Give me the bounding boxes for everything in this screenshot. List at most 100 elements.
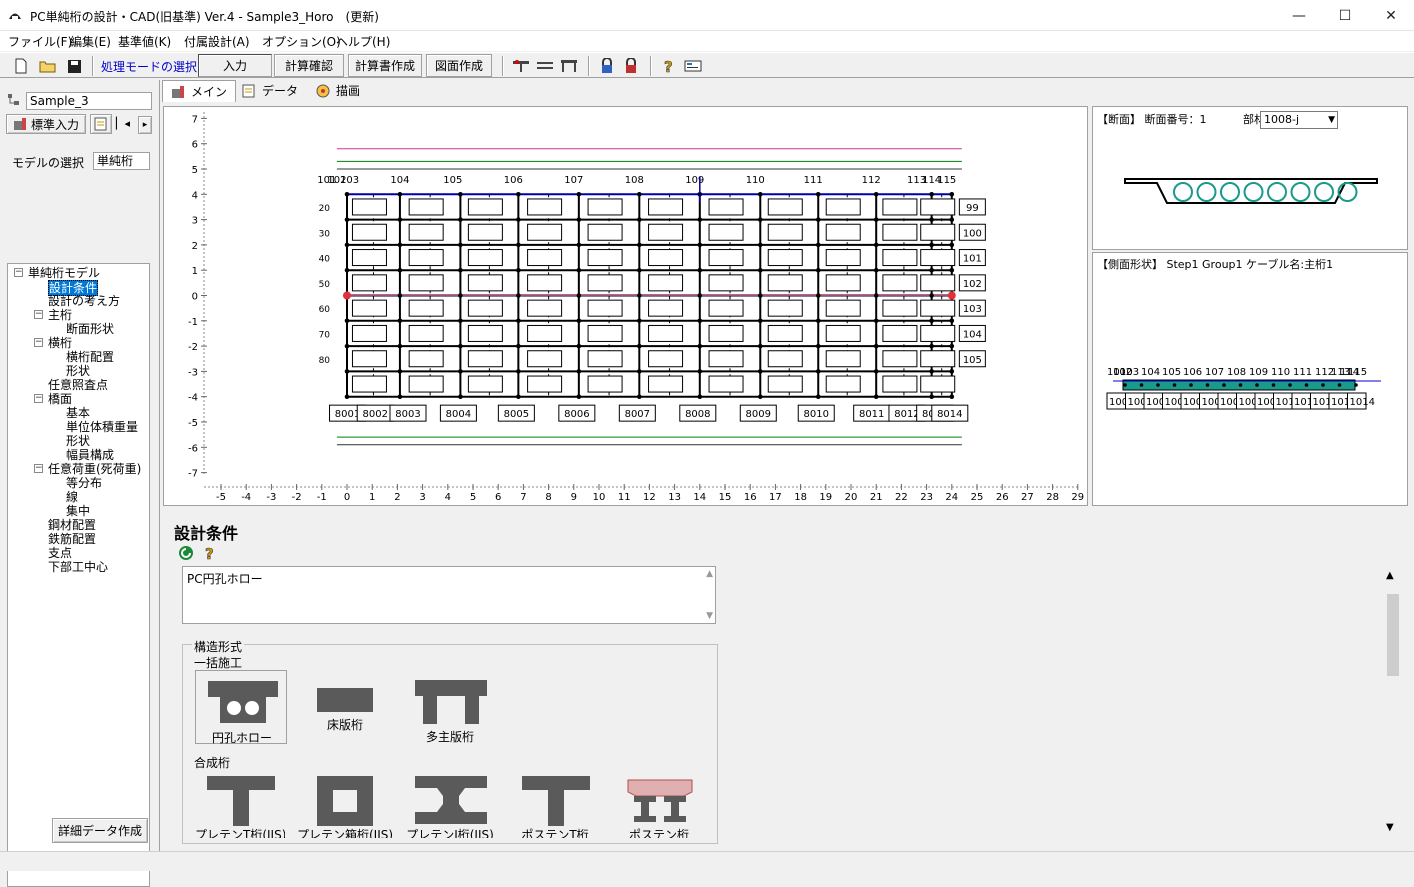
- menu-attached-design[interactable]: 付属設計(A): [184, 33, 250, 50]
- node-point: [576, 242, 582, 248]
- node-point: [815, 293, 821, 298]
- memo-textarea[interactable]: PC円孔ホロー ▲ ▼: [182, 566, 716, 624]
- tree-item[interactable]: 幅員構成: [66, 448, 114, 462]
- element-box: [467, 299, 503, 317]
- tree-item[interactable]: 鉄筋配置: [48, 532, 96, 546]
- menu-standards[interactable]: 基準値(K): [118, 33, 171, 50]
- calc-check-button[interactable]: 計算確認: [274, 54, 344, 77]
- standard-input-tab[interactable]: 標準入力: [6, 114, 86, 134]
- tree-item[interactable]: 単位体積重量: [66, 420, 138, 434]
- close-button[interactable]: ✕: [1368, 0, 1414, 31]
- tree-item[interactable]: 任意照査点: [48, 378, 108, 392]
- help-icon[interactable]: ?: [658, 55, 680, 77]
- menu-help[interactable]: ヘルプ(H): [336, 33, 390, 50]
- slab-icon[interactable]: [534, 55, 556, 77]
- type-pretension-t-button[interactable]: プレテンT桁(JIS): [195, 772, 285, 838]
- tab-data[interactable]: データ: [234, 80, 306, 101]
- drawing-button[interactable]: 図面作成: [426, 54, 492, 77]
- tree-item[interactable]: 橋面: [48, 392, 72, 406]
- scroll-down-icon[interactable]: ▼: [706, 611, 713, 621]
- tab-scroll-right-button[interactable]: ▸: [138, 116, 152, 134]
- tree-item[interactable]: 横桁配置: [66, 350, 114, 364]
- menu-file[interactable]: ファイル(F): [8, 33, 72, 50]
- menu-options[interactable]: オプション(O): [262, 33, 341, 50]
- maximize-button[interactable]: ☐: [1322, 0, 1368, 31]
- mode-input-button[interactable]: 入力: [198, 54, 272, 77]
- x-tick-label: 23: [920, 492, 933, 503]
- type-slab-button[interactable]: 床版桁: [305, 670, 385, 744]
- tree-item[interactable]: 任意荷重(死荷重): [48, 462, 141, 476]
- member-select[interactable]: 1008-j ▼: [1260, 111, 1338, 129]
- node-point: [397, 267, 403, 273]
- scroll-down-icon[interactable]: ▼: [1386, 822, 1394, 833]
- tree-item[interactable]: 等分布: [66, 476, 102, 490]
- lock-red-icon[interactable]: [620, 55, 642, 77]
- tab-main[interactable]: メイン: [162, 80, 237, 102]
- side-panel: 【側面形状】 Step1 Group1 ケーブル名:主桁1 101 102 103 1…: [1092, 252, 1408, 506]
- node-point: [516, 343, 521, 349]
- type-multi-girder-button[interactable]: 多主版桁: [405, 670, 495, 744]
- y-tick-label: -3: [188, 367, 198, 378]
- tree-item[interactable]: 線: [66, 490, 78, 504]
- tree-item[interactable]: 形状: [66, 434, 90, 448]
- node-point: [697, 394, 703, 400]
- tree-item[interactable]: 断面形状: [66, 322, 114, 336]
- detail-data-button[interactable]: 詳細データ作成: [52, 818, 148, 843]
- plan-view[interactable]: -5 -4 -3 -2 -1 0 1 2 3 4 5 6 7 8 9 10 11 12 13 14 15 16 17 18 19…: [164, 107, 1087, 505]
- tree-toggle[interactable]: −: [34, 338, 43, 347]
- element-box: [825, 249, 861, 267]
- element-box: [708, 350, 744, 368]
- node-point: [516, 267, 521, 273]
- tree-item[interactable]: 横桁: [48, 336, 72, 350]
- panel-scrollbar[interactable]: ▲ ▼: [1384, 570, 1400, 838]
- tree-item[interactable]: 単純桁モデル: [28, 266, 100, 280]
- open-folder-icon[interactable]: [37, 55, 59, 77]
- scroll-thumb[interactable]: [1387, 594, 1399, 676]
- file-name-field[interactable]: Sample_3: [26, 92, 152, 110]
- node-point: [949, 242, 955, 248]
- tree-item[interactable]: 鋼材配置: [48, 518, 96, 532]
- type-posttension-button[interactable]: ポステン桁: [614, 772, 704, 838]
- group-title: 構造形式: [192, 638, 245, 655]
- tree-toggle[interactable]: −: [14, 268, 23, 277]
- lock-blue-icon[interactable]: [596, 55, 618, 77]
- tree-item[interactable]: 集中: [66, 504, 90, 518]
- calc-report-button[interactable]: 計算書作成: [348, 54, 422, 77]
- design-input-tab[interactable]: [90, 114, 112, 134]
- scroll-up-icon[interactable]: ▲: [1386, 570, 1394, 581]
- help-icon[interactable]: ?: [204, 545, 218, 561]
- tree-toggle[interactable]: −: [34, 464, 43, 473]
- plan-view-canvas[interactable]: -5 -4 -3 -2 -1 0 1 2 3 4 5 6 7 8 9 10 11 12 13 14 15 16 17 18 19…: [163, 106, 1088, 506]
- x-tick-label: 24: [945, 492, 958, 503]
- save-icon[interactable]: [63, 55, 85, 77]
- node-point: [344, 318, 350, 324]
- new-file-icon[interactable]: [10, 55, 32, 77]
- minimize-button[interactable]: —: [1276, 0, 1322, 31]
- type-posttension-t-button[interactable]: ポステンT桁: [510, 772, 600, 838]
- hollow-slab-icon: [208, 681, 278, 723]
- refresh-icon[interactable]: [178, 545, 194, 561]
- scroll-up-icon[interactable]: ▲: [706, 569, 713, 579]
- tree-toggle[interactable]: −: [34, 310, 43, 319]
- girder-red-icon[interactable]: [510, 55, 532, 77]
- tree-item[interactable]: 支点: [48, 546, 72, 560]
- type-pretension-i-button[interactable]: プレテンI桁(JIS): [405, 772, 495, 838]
- tree-item[interactable]: 設計の考え方: [48, 294, 120, 308]
- tab-draw[interactable]: 描画: [308, 80, 368, 101]
- version-info-icon[interactable]: [682, 55, 704, 77]
- tree-item[interactable]: 主桁: [48, 308, 72, 322]
- type-pretension-box-button[interactable]: プレテン箱桁(JIS): [295, 772, 395, 838]
- element-box: [920, 375, 956, 393]
- left-label: 60: [319, 305, 331, 315]
- frame-icon[interactable]: [558, 55, 580, 77]
- tree-item[interactable]: 下部工中心: [48, 560, 108, 574]
- model-select-field[interactable]: 単純桁: [93, 152, 150, 170]
- tree-item[interactable]: 基本: [66, 406, 90, 420]
- element-box: [882, 324, 918, 342]
- tree-toggle[interactable]: −: [34, 394, 43, 403]
- tree-item[interactable]: 形状: [66, 364, 90, 378]
- menu-edit[interactable]: 編集(E): [70, 33, 111, 50]
- node-label: 108: [625, 175, 644, 186]
- type-hollow-button[interactable]: 円孔ホロー: [195, 670, 287, 745]
- element-box: [825, 350, 861, 368]
